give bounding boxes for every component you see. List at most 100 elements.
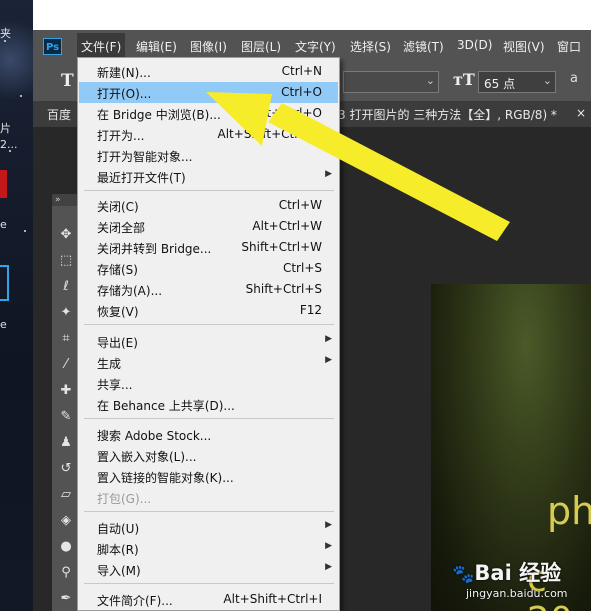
paint-bucket-icon[interactable]: ◈ — [57, 512, 75, 530]
menu-image[interactable]: 图像(I) — [190, 38, 227, 55]
menu-item-label: 置入嵌入对象(L)... — [97, 450, 197, 464]
menu-item-close-and-go-to-bridge[interactable]: 关闭并转到 Bridge... Shift+Ctrl+W — [79, 237, 338, 258]
eyedropper-icon[interactable]: ⁄ — [57, 356, 75, 374]
menu-item-shortcut: Ctrl+O — [281, 85, 322, 99]
blur-tool-icon[interactable]: ● — [57, 538, 75, 556]
healing-brush-icon[interactable]: ✚ — [57, 382, 75, 400]
menu-item-label: 置入链接的智能对象(K)... — [97, 471, 234, 485]
desktop-label: e — [0, 218, 7, 231]
watermark-logo: 🐾Bai 经验 — [452, 557, 561, 587]
menu-file[interactable]: 文件(F) — [77, 33, 126, 59]
menu-item-shortcut: Shift+Ctrl+S — [245, 282, 322, 296]
desktop-label: 2... — [0, 138, 18, 151]
desktop-icon-selected[interactable] — [0, 265, 9, 301]
menu-type[interactable]: 文字(Y) — [295, 38, 336, 55]
pen-tool-icon[interactable]: ✒ — [57, 590, 75, 608]
desktop-icon[interactable] — [0, 170, 7, 198]
menu-item-open[interactable]: 打开(O)... Ctrl+O — [79, 82, 338, 103]
menu-item-save[interactable]: 存储(S) Ctrl+S — [79, 258, 338, 279]
document-tab-title[interactable]: 3 打开图片的 三种方法【全】, RGB/8) * — [338, 106, 557, 123]
menu-window[interactable]: 窗口 — [557, 38, 581, 55]
menu-item-label: 存储(S) — [97, 263, 138, 277]
menu-item-browse-in-bridge[interactable]: 在 Bridge 中浏览(B)... Alt+Ctrl+O — [79, 103, 338, 124]
menu-item-revert[interactable]: 恢复(V) F12 — [79, 300, 338, 321]
paw-icon: 🐾 — [452, 564, 475, 585]
menu-layer[interactable]: 图层(L) — [241, 38, 281, 55]
menu-item-open-as[interactable]: 打开为... Alt+Shift+Ctrl+O — [79, 124, 338, 145]
menu-item-shortcut: F12 — [299, 303, 322, 317]
star — [20, 95, 22, 97]
menu-item-share-on-behance[interactable]: 在 Behance 上共享(D)... — [79, 394, 338, 415]
dodge-tool-icon[interactable]: ⚲ — [57, 564, 75, 582]
menu-view[interactable]: 视图(V) — [503, 38, 545, 55]
history-brush-icon[interactable]: ↺ — [57, 460, 75, 478]
menu-3d[interactable]: 3D(D) — [457, 38, 492, 52]
menu-item-label: 关闭(C) — [97, 200, 139, 214]
menu-item-share[interactable]: 共享... — [79, 373, 338, 394]
eraser-icon[interactable]: ▱ — [57, 486, 75, 504]
menu-item-label: 打开(O)... — [97, 87, 152, 101]
menu-item-close-all[interactable]: 关闭全部 Alt+Ctrl+W — [79, 216, 338, 237]
move-tool-icon[interactable]: ✥ — [57, 226, 75, 244]
submenu-arrow-icon: ▶ — [325, 334, 332, 344]
marquee-tool-icon[interactable]: ⬚ — [57, 252, 75, 270]
menu-item-label: 打开为... — [97, 129, 145, 143]
menu-item-scripts[interactable]: 脚本(R) ▶ — [79, 538, 338, 559]
close-icon[interactable]: × — [576, 106, 586, 120]
menu-item-file-info[interactable]: 文件简介(F)... Alt+Shift+Ctrl+I — [79, 589, 338, 610]
menu-edit[interactable]: 编辑(E) — [136, 38, 177, 55]
menu-item-label: 文件简介(F)... — [97, 594, 173, 608]
menu-separator — [84, 511, 334, 512]
menu-separator — [84, 583, 334, 584]
menu-item-export[interactable]: 导出(E) ▶ — [79, 331, 338, 352]
clone-stamp-icon[interactable]: ♟ — [57, 434, 75, 452]
menu-item-label: 在 Behance 上共享(D)... — [97, 399, 235, 413]
font-size-value: 65 点 — [484, 77, 516, 91]
menu-item-generate[interactable]: 生成 ▶ — [79, 352, 338, 373]
menu-item-open-recent[interactable]: 最近打开文件(T) ▶ — [79, 166, 338, 187]
chevron-down-icon: ⌄ — [425, 74, 435, 87]
menu-item-label: 搜索 Adobe Stock... — [97, 429, 212, 443]
menu-item-label: 打开为智能对象... — [97, 150, 193, 164]
menu-item-save-as[interactable]: 存储为(A)... Shift+Ctrl+S — [79, 279, 338, 300]
type-tool-icon[interactable]: T — [61, 71, 74, 91]
menu-filter[interactable]: 滤镜(T) — [403, 38, 444, 55]
menu-item-label: 共享... — [97, 378, 133, 392]
menu-item-label: 在 Bridge 中浏览(B)... — [97, 108, 221, 122]
menu-item-place-embedded[interactable]: 置入嵌入对象(L)... — [79, 445, 338, 466]
menu-item-label: 关闭全部 — [97, 221, 146, 235]
tools-panel: » ✥ ⬚ ℓ ✦ ⌗ ⁄ ✚ ✎ ♟ ↺ ▱ ◈ ● ⚲ ✒ — [52, 194, 80, 611]
desktop-background: 夹 片 2... e e — [0, 0, 33, 611]
font-style-dropdown[interactable]: ⌄ — [343, 71, 439, 93]
desktop-label: 片 — [0, 122, 11, 135]
menu-item-place-linked[interactable]: 置入链接的智能对象(K)... — [79, 466, 338, 487]
menu-item-label: 恢复(V) — [97, 305, 139, 319]
desktop-label: 夹 — [0, 27, 11, 40]
menu-select[interactable]: 选择(S) — [350, 38, 391, 55]
menu-item-import[interactable]: 导入(M) ▶ — [79, 559, 338, 580]
crop-tool-icon[interactable]: ⌗ — [57, 330, 75, 348]
menu-item-search-adobe-stock[interactable]: 搜索 Adobe Stock... — [79, 424, 338, 445]
menu-separator — [84, 418, 334, 419]
tools-panel-header[interactable]: » — [52, 194, 80, 206]
menu-item-shortcut: Shift+Ctrl+W — [241, 240, 322, 254]
menu-item-new[interactable]: 新建(N)... Ctrl+N — [79, 61, 338, 82]
anti-alias-icon[interactable]: a — [570, 71, 578, 86]
font-size-dropdown[interactable]: 65 点 ⌄ — [478, 71, 556, 93]
menu-item-label: 导出(E) — [97, 336, 138, 350]
menu-item-open-as-smart-object[interactable]: 打开为智能对象... — [79, 145, 338, 166]
menu-item-label: 最近打开文件(T) — [97, 171, 186, 185]
menu-item-close[interactable]: 关闭(C) Ctrl+W — [79, 195, 338, 216]
menu-item-label: 新建(N)... — [97, 66, 151, 80]
menu-item-automate[interactable]: 自动(U) ▶ — [79, 517, 338, 538]
chevron-down-icon: ⌄ — [542, 74, 552, 87]
menu-item-shortcut: Alt+Ctrl+W — [252, 219, 322, 233]
magic-wand-icon[interactable]: ✦ — [57, 304, 75, 322]
menu-item-shortcut: Alt+Shift+Ctrl+I — [223, 592, 322, 606]
tab-fragment[interactable]: 百度 — [47, 106, 71, 123]
menu-item-shortcut: Ctrl+N — [281, 64, 322, 78]
lasso-tool-icon[interactable]: ℓ — [57, 278, 75, 296]
desktop-label: e — [0, 318, 7, 331]
menu-item-label: 自动(U) — [97, 522, 140, 536]
brush-tool-icon[interactable]: ✎ — [57, 408, 75, 426]
